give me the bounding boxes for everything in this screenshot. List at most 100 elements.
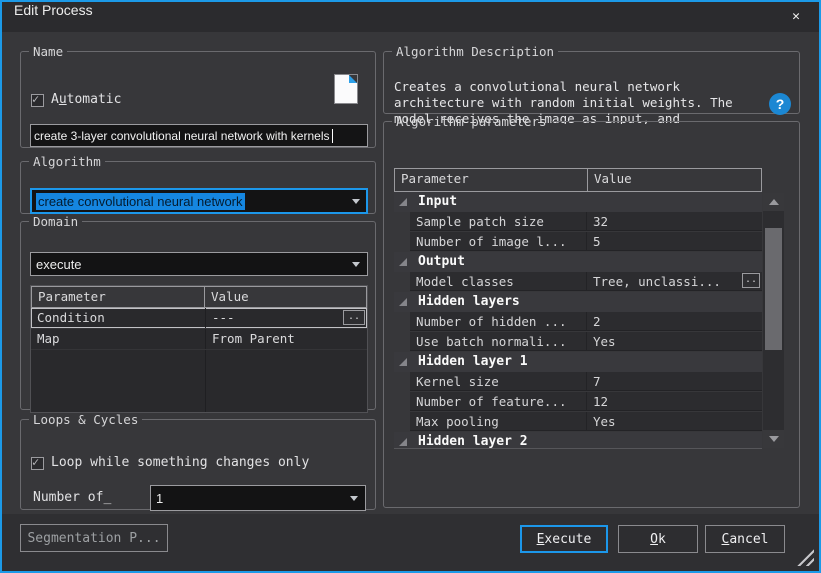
param-cells: Number of image l...5 <box>410 232 762 251</box>
automatic-checkbox-label: Automatic <box>51 92 121 107</box>
param-cells: Number of hidden ...2 <box>410 312 762 331</box>
param-group-row[interactable]: Hidden layers <box>394 292 762 312</box>
execute-button[interactable]: Execute <box>520 525 608 553</box>
domain-table-header: Parameter Value <box>31 286 367 308</box>
process-name-value: create 3-layer convolutional neural netw… <box>34 129 329 143</box>
param-name-cell: Kernel size <box>410 372 587 391</box>
dropdown-arrow-icon <box>352 199 360 204</box>
new-document-icon[interactable] <box>335 75 357 103</box>
segmentation-button[interactable]: Segmentation P... <box>20 524 168 552</box>
process-name-input[interactable]: create 3-layer convolutional neural netw… <box>30 124 368 147</box>
param-group-label: Output <box>418 254 465 269</box>
loops-cycles-group: Loops & Cycles ✓ Loop while something ch… <box>20 412 376 510</box>
param-value-cell: Tree, unclassi..... <box>587 272 762 291</box>
param-name-cell: Number of image l... <box>410 232 587 251</box>
domain-combobox[interactable]: execute <box>30 252 368 276</box>
collapse-icon[interactable] <box>399 358 407 366</box>
param-name-cell: Number of hidden ... <box>410 312 587 331</box>
scroll-up-button[interactable] <box>763 193 784 211</box>
loop-while-checkbox-label: Loop while something changes only <box>51 455 309 470</box>
collapse-icon[interactable] <box>399 298 407 306</box>
algorithm-combobox[interactable]: create convolutional neural network <box>30 188 368 214</box>
param-group-label: Hidden layer 2 <box>418 434 528 449</box>
dropdown-arrow-icon <box>352 262 360 267</box>
param-group-row[interactable]: Input <box>394 192 762 212</box>
algorithm-description-group: Algorithm Description Creates a convolut… <box>383 44 800 114</box>
algorithm-description-label: Algorithm Description <box>392 44 558 59</box>
param-group-row[interactable]: Hidden layer 2 <box>394 432 762 449</box>
param-row[interactable]: Max poolingYes <box>394 412 762 432</box>
domain-group: Domain execute Parameter Value Condition… <box>20 214 376 410</box>
param-cells: Use batch normali...Yes <box>410 332 762 351</box>
number-of-combobox-value: 1 <box>156 491 163 506</box>
scroll-down-button[interactable] <box>763 430 784 448</box>
param-group-row[interactable]: Output <box>394 252 762 272</box>
parameters-table-header: Parameter Value <box>394 168 762 192</box>
domain-header-value[interactable]: Value <box>204 286 367 308</box>
param-cells: Sample patch size32 <box>410 212 762 231</box>
cancel-button[interactable]: Cancel <box>705 525 785 553</box>
collapse-icon[interactable] <box>399 438 407 446</box>
name-group-label: Name <box>29 44 67 59</box>
help-icon[interactable]: ? <box>769 93 791 115</box>
domain-table-row[interactable]: MapFrom Parent <box>31 329 367 350</box>
param-value-cell: 5 <box>587 232 762 251</box>
name-group: Name ✓ Automatic create 3-layer convolut… <box>20 44 376 148</box>
algorithm-group: Algorithm create convolutional neural ne… <box>20 154 376 214</box>
text-cursor <box>332 129 333 143</box>
param-value-cell: 7 <box>587 372 762 391</box>
param-row[interactable]: Number of hidden ...2 <box>394 312 762 332</box>
parameters-rows: Input Sample patch size32Number of image … <box>394 192 762 449</box>
check-icon: ✓ <box>32 92 39 106</box>
ok-button[interactable]: Ok <box>618 525 698 553</box>
scrollbar-thumb[interactable] <box>765 228 782 350</box>
dialog-title: Edit Process <box>14 2 93 18</box>
param-value-cell: Yes <box>587 412 762 431</box>
domain-header-parameter[interactable]: Parameter <box>31 286 205 308</box>
collapse-icon[interactable] <box>399 258 407 266</box>
param-cells: Model classesTree, unclassi..... <box>410 272 762 291</box>
title-bar: Edit Process ✕ <box>2 2 819 32</box>
domain-param-cell: Condition <box>31 308 205 328</box>
param-name-cell: Max pooling <box>410 412 587 431</box>
param-value-cell: 2 <box>587 312 762 331</box>
automatic-checkbox[interactable]: ✓ <box>31 94 44 107</box>
edit-process-dialog: Edit Process ✕ Name ✓ Automatic create 3… <box>0 0 821 573</box>
check-icon: ✓ <box>32 455 39 469</box>
arrow-down-icon <box>769 436 779 442</box>
param-row[interactable]: Model classesTree, unclassi..... <box>394 272 762 292</box>
param-value-cell: Yes <box>587 332 762 351</box>
domain-group-label: Domain <box>29 214 82 229</box>
ellipsis-button[interactable]: .. <box>742 273 760 288</box>
loop-while-checkbox[interactable]: ✓ <box>31 457 44 470</box>
domain-value-cell: From Parent <box>205 329 367 349</box>
param-row[interactable]: Use batch normali...Yes <box>394 332 762 352</box>
parameters-header-value[interactable]: Value <box>587 168 762 192</box>
param-row[interactable]: Sample patch size32 <box>394 212 762 232</box>
param-group-row[interactable]: Hidden layer 1 <box>394 352 762 372</box>
param-row[interactable]: Number of image l...5 <box>394 232 762 252</box>
collapse-icon[interactable] <box>399 198 407 206</box>
dropdown-arrow-icon <box>350 496 358 501</box>
param-row[interactable]: Kernel size7 <box>394 372 762 392</box>
close-icon[interactable]: ✕ <box>785 2 807 32</box>
algorithm-combobox-value: create convolutional neural network <box>36 193 245 210</box>
number-of-combobox[interactable]: 1 <box>150 485 366 511</box>
ellipsis-button[interactable]: .. <box>343 310 365 325</box>
domain-table-rows: Condition---..MapFrom Parent <box>31 308 367 350</box>
algorithm-group-label: Algorithm <box>29 154 105 169</box>
algorithm-parameters-group: Algorithm parameters Parameter Value Inp… <box>383 114 800 508</box>
param-group-label: Hidden layer 1 <box>418 354 528 369</box>
param-group-label: Hidden layers <box>418 294 520 309</box>
domain-param-cell: Map <box>31 329 205 349</box>
scrollbar[interactable] <box>763 193 784 448</box>
number-of-label: Number of_ <box>33 490 111 505</box>
domain-combobox-value: execute <box>36 257 82 272</box>
domain-table-row[interactable]: Condition---.. <box>31 308 367 329</box>
param-value-cell: 32 <box>587 212 762 231</box>
parameters-header-parameter[interactable]: Parameter <box>394 168 588 192</box>
param-value-cell: 12 <box>587 392 762 411</box>
param-name-cell: Model classes <box>410 272 587 291</box>
param-row[interactable]: Number of feature...12 <box>394 392 762 412</box>
param-group-label: Input <box>418 194 457 209</box>
